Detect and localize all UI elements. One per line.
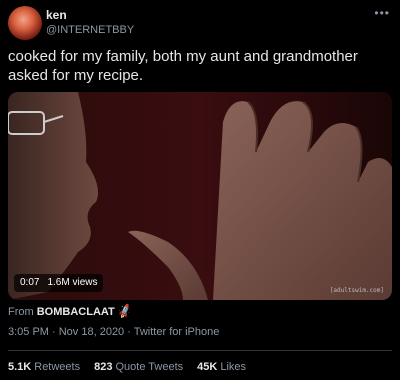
tweet-timestamp[interactable]: 3:05 PM · Nov 18, 2020 · Twitter for iPh… xyxy=(8,326,219,338)
video-frame xyxy=(8,92,392,300)
quotes-label: Quote Tweets xyxy=(115,361,184,373)
likes-count: 45K xyxy=(197,361,218,373)
rocket-icon: 🚀 xyxy=(116,303,134,320)
tweet-stats: 5.1K Retweets 823 Quote Tweets 45K Likes xyxy=(8,361,246,373)
author-name[interactable]: ken xyxy=(46,8,67,22)
likes-label: Likes xyxy=(220,361,247,373)
retweets-label: Retweets xyxy=(34,361,81,373)
video-media[interactable]: 0:07 1.6M views [adultswim.com] xyxy=(8,92,392,300)
avatar[interactable] xyxy=(8,6,42,40)
video-watermark: [adultswim.com] xyxy=(329,287,384,294)
video-views: 1.6M views xyxy=(47,277,98,288)
retweets-count: 5.1K xyxy=(8,361,32,373)
more-options-icon[interactable]: ••• xyxy=(374,6,390,20)
retweets-stat[interactable]: 5.1K Retweets xyxy=(8,361,80,373)
author-handle[interactable]: @INTERNETBBY xyxy=(46,24,134,36)
from-account-link[interactable]: BOMBACLAAT xyxy=(37,306,115,318)
video-info-pill: 0:07 1.6M views xyxy=(14,274,104,292)
from-attribution: From BOMBACLAAT 🚀 xyxy=(8,303,134,320)
divider xyxy=(8,350,392,351)
quotes-stat[interactable]: 823 Quote Tweets xyxy=(94,361,183,373)
likes-stat[interactable]: 45K Likes xyxy=(197,361,246,373)
tweet-text: cooked for my family, both my aunt and g… xyxy=(8,48,358,84)
quotes-count: 823 xyxy=(94,361,113,373)
tweet-header: ken @INTERNETBBY ••• xyxy=(8,6,392,40)
from-label: From xyxy=(8,306,34,318)
video-duration: 0:07 xyxy=(20,277,40,288)
